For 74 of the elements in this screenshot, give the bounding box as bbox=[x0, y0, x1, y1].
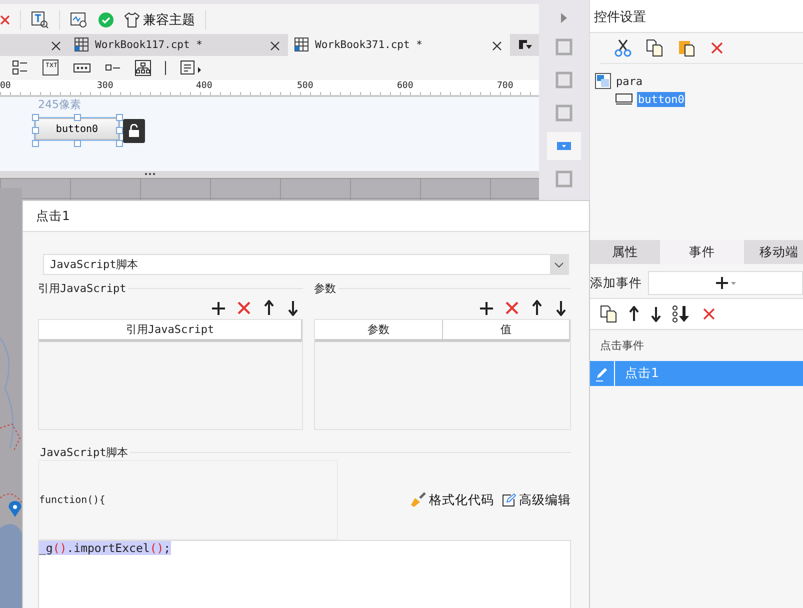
section-title: JavaScript脚本 bbox=[40, 444, 128, 460]
arrow-up-icon[interactable] bbox=[263, 300, 275, 316]
shirt-icon bbox=[124, 12, 140, 28]
delete-icon[interactable] bbox=[505, 301, 519, 315]
copy-icon[interactable] bbox=[646, 39, 664, 57]
delete-icon[interactable] bbox=[710, 41, 724, 55]
add-icon[interactable] bbox=[212, 302, 225, 314]
move-to-bottom-icon[interactable] bbox=[672, 305, 692, 323]
cut-icon[interactable] bbox=[614, 39, 632, 57]
side-tool-icon[interactable] bbox=[547, 132, 582, 160]
code-header: function(){ bbox=[39, 494, 106, 506]
tree-icon[interactable] bbox=[135, 60, 151, 76]
arrow-up-icon[interactable] bbox=[531, 300, 543, 316]
text-search-icon[interactable] bbox=[31, 10, 49, 29]
tree-item[interactable]: para bbox=[615, 74, 644, 88]
panel-tab[interactable]: 移动端 bbox=[744, 240, 803, 264]
add-event-label: 添加事件 bbox=[590, 274, 642, 292]
add-icon bbox=[714, 276, 736, 290]
code-editor[interactable]: _g().importExcel(); bbox=[38, 540, 571, 608]
pencil-icon bbox=[594, 366, 610, 382]
expand-arrow-icon[interactable] bbox=[560, 12, 568, 24]
close-icon[interactable] bbox=[51, 40, 61, 51]
text-field-icon[interactable] bbox=[42, 59, 59, 76]
section-title: 引用JavaScript bbox=[38, 280, 126, 296]
script-type-dropdown[interactable]: JavaScript脚本 bbox=[43, 254, 569, 275]
file-tab[interactable]: WorkBook371.cpt * bbox=[288, 34, 510, 56]
splitter-handle[interactable] bbox=[144, 173, 155, 176]
column-header[interactable]: 参数 bbox=[315, 320, 442, 339]
list-edit-icon[interactable] bbox=[180, 60, 202, 76]
format-code-button[interactable]: 格式化代码 bbox=[410, 492, 494, 508]
arrow-up-icon[interactable] bbox=[628, 306, 640, 322]
password-field-icon[interactable] bbox=[73, 62, 91, 73]
brush-icon bbox=[410, 492, 426, 508]
paste-icon[interactable] bbox=[678, 39, 696, 57]
dialog-title: 点击1 bbox=[23, 201, 589, 232]
event-group-label: 点击事件 bbox=[599, 338, 645, 354]
size-label: 245像素 bbox=[38, 97, 81, 112]
menu-caret-icon[interactable] bbox=[518, 38, 532, 51]
ruler-label: 600 bbox=[397, 80, 416, 90]
check-icon[interactable] bbox=[98, 12, 114, 28]
copy-icon[interactable] bbox=[600, 305, 618, 323]
panel-title: 控件设置 bbox=[590, 0, 803, 33]
advanced-edit-button[interactable]: 高级编辑 bbox=[502, 492, 571, 508]
canvas-button[interactable]: button0 bbox=[35, 118, 119, 140]
spreadsheet-icon bbox=[74, 37, 89, 52]
chevron-down-icon bbox=[554, 262, 564, 268]
checkbox-group-icon[interactable] bbox=[12, 60, 28, 76]
spreadsheet-icon bbox=[294, 37, 309, 52]
delete-icon[interactable] bbox=[702, 307, 716, 321]
resize-handle[interactable] bbox=[74, 140, 81, 148]
ruler-label: 300 bbox=[97, 80, 116, 90]
section-title: 参数 bbox=[314, 280, 336, 296]
add-icon[interactable] bbox=[480, 302, 493, 314]
preview-search-icon[interactable] bbox=[70, 10, 88, 29]
arrow-down-icon[interactable] bbox=[555, 300, 567, 316]
panel-tab[interactable]: 属性 bbox=[590, 240, 660, 264]
close-icon[interactable] bbox=[492, 40, 502, 51]
close-icon[interactable] bbox=[270, 40, 280, 51]
ruler-label: 400 bbox=[196, 80, 214, 90]
theme-button[interactable]: 兼容主题 bbox=[124, 10, 195, 29]
form-icon bbox=[595, 73, 611, 89]
button-widget-icon bbox=[615, 93, 633, 105]
ruler-label: 00 bbox=[0, 80, 13, 90]
delete-icon[interactable] bbox=[237, 301, 251, 315]
arrow-down-icon[interactable] bbox=[650, 306, 662, 322]
checkbox-icon[interactable] bbox=[105, 62, 121, 73]
ruler-label: 500 bbox=[297, 80, 316, 90]
arrow-down-icon[interactable] bbox=[287, 300, 299, 316]
edit-icon bbox=[502, 493, 516, 507]
ruler-label: 700 bbox=[497, 80, 516, 90]
unlock-icon[interactable] bbox=[123, 119, 145, 144]
column-header[interactable]: 值 bbox=[442, 320, 570, 339]
panel-tab[interactable]: 事件 bbox=[660, 240, 744, 264]
resize-handle[interactable] bbox=[74, 114, 81, 122]
